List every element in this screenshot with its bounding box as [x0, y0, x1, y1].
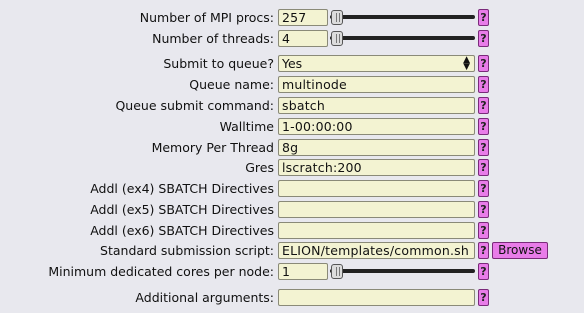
min-cores-slider[interactable]: [330, 263, 475, 280]
gres-label: Gres: [245, 160, 274, 175]
mpi-procs-input[interactable]: 257: [278, 9, 328, 26]
slider-track: [330, 269, 475, 273]
up-down-arrow-icon: ▲ ▼: [463, 55, 470, 72]
walltime-input[interactable]: 1-00:00:00: [278, 118, 475, 135]
submit-queue-value: Yes: [282, 56, 303, 71]
submit-queue-help-button[interactable]: ?: [478, 55, 489, 72]
threads-row: Number of threads: 4 ?: [0, 29, 584, 50]
walltime-help-button[interactable]: ?: [478, 118, 489, 135]
slider-thumb[interactable]: [331, 31, 343, 46]
slider-thumb[interactable]: [331, 264, 343, 279]
submit-command-label: Queue submit command:: [115, 98, 274, 113]
slider-track: [330, 15, 475, 19]
submit-queue-label: Submit to queue?: [163, 56, 274, 71]
submit-queue-row: Submit to queue? Yes ▲ ▼ ?: [0, 54, 584, 75]
script-row: Standard submission script: ELION/templa…: [0, 241, 584, 262]
walltime-row: Walltime 1-00:00:00 ?: [0, 117, 584, 138]
mpi-procs-row: Number of MPI procs: 257 ?: [0, 8, 584, 29]
addl6-help-button[interactable]: ?: [478, 222, 489, 239]
memory-row: Memory Per Thread 8g ?: [0, 138, 584, 159]
additional-args-input[interactable]: [278, 289, 475, 306]
mpi-procs-slider[interactable]: [330, 9, 475, 26]
addl6-input[interactable]: [278, 222, 475, 239]
addl6-label: Addl (ex6) SBATCH Directives: [90, 223, 274, 238]
min-cores-input[interactable]: 1: [278, 263, 328, 280]
submit-command-row: Queue submit command: sbatch ?: [0, 96, 584, 117]
mpi-procs-label: Number of MPI procs:: [139, 10, 274, 25]
gres-input[interactable]: lscratch:200: [278, 159, 475, 176]
submit-command-help-button[interactable]: ?: [478, 97, 489, 114]
addl4-input[interactable]: [278, 180, 475, 197]
addl4-help-button[interactable]: ?: [478, 180, 489, 197]
threads-input[interactable]: 4: [278, 30, 328, 47]
gres-help-button[interactable]: ?: [478, 159, 489, 176]
script-input[interactable]: ELION/templates/common.sh: [278, 242, 475, 259]
addl5-row: Addl (ex5) SBATCH Directives ?: [0, 200, 584, 221]
threads-help-button[interactable]: ?: [478, 30, 489, 47]
memory-label: Memory Per Thread: [151, 140, 274, 155]
memory-input[interactable]: 8g: [278, 139, 475, 156]
submit-queue-select[interactable]: Yes ▲ ▼: [278, 55, 475, 72]
addl4-label: Addl (ex4) SBATCH Directives: [90, 181, 274, 196]
addl5-label: Addl (ex5) SBATCH Directives: [90, 202, 274, 217]
additional-args-label: Additional arguments:: [135, 290, 274, 305]
slider-track: [330, 36, 475, 40]
addl4-row: Addl (ex4) SBATCH Directives ?: [0, 179, 584, 200]
mpi-procs-help-button[interactable]: ?: [478, 9, 489, 26]
gres-row: Gres lscratch:200 ?: [0, 158, 584, 179]
submit-command-input[interactable]: sbatch: [278, 97, 475, 114]
min-cores-label: Minimum dedicated cores per node:: [48, 264, 274, 279]
queue-name-row: Queue name: multinode ?: [0, 75, 584, 96]
queue-name-label: Queue name:: [189, 77, 274, 92]
queue-name-input[interactable]: multinode: [278, 76, 475, 93]
addl6-row: Addl (ex6) SBATCH Directives ?: [0, 221, 584, 242]
min-cores-help-button[interactable]: ?: [478, 263, 489, 280]
queue-name-help-button[interactable]: ?: [478, 76, 489, 93]
threads-slider[interactable]: [330, 30, 475, 47]
additional-args-help-button[interactable]: ?: [478, 289, 489, 306]
additional-args-row: Additional arguments: ?: [0, 288, 584, 309]
slider-thumb[interactable]: [331, 10, 343, 25]
memory-help-button[interactable]: ?: [478, 139, 489, 156]
walltime-label: Walltime: [219, 119, 274, 134]
script-label: Standard submission script:: [100, 243, 274, 258]
addl5-help-button[interactable]: ?: [478, 201, 489, 218]
threads-label: Number of threads:: [152, 31, 274, 46]
browse-button[interactable]: Browse: [492, 242, 548, 259]
script-help-button[interactable]: ?: [478, 242, 489, 259]
min-cores-row: Minimum dedicated cores per node: 1 ?: [0, 262, 584, 283]
addl5-input[interactable]: [278, 201, 475, 218]
